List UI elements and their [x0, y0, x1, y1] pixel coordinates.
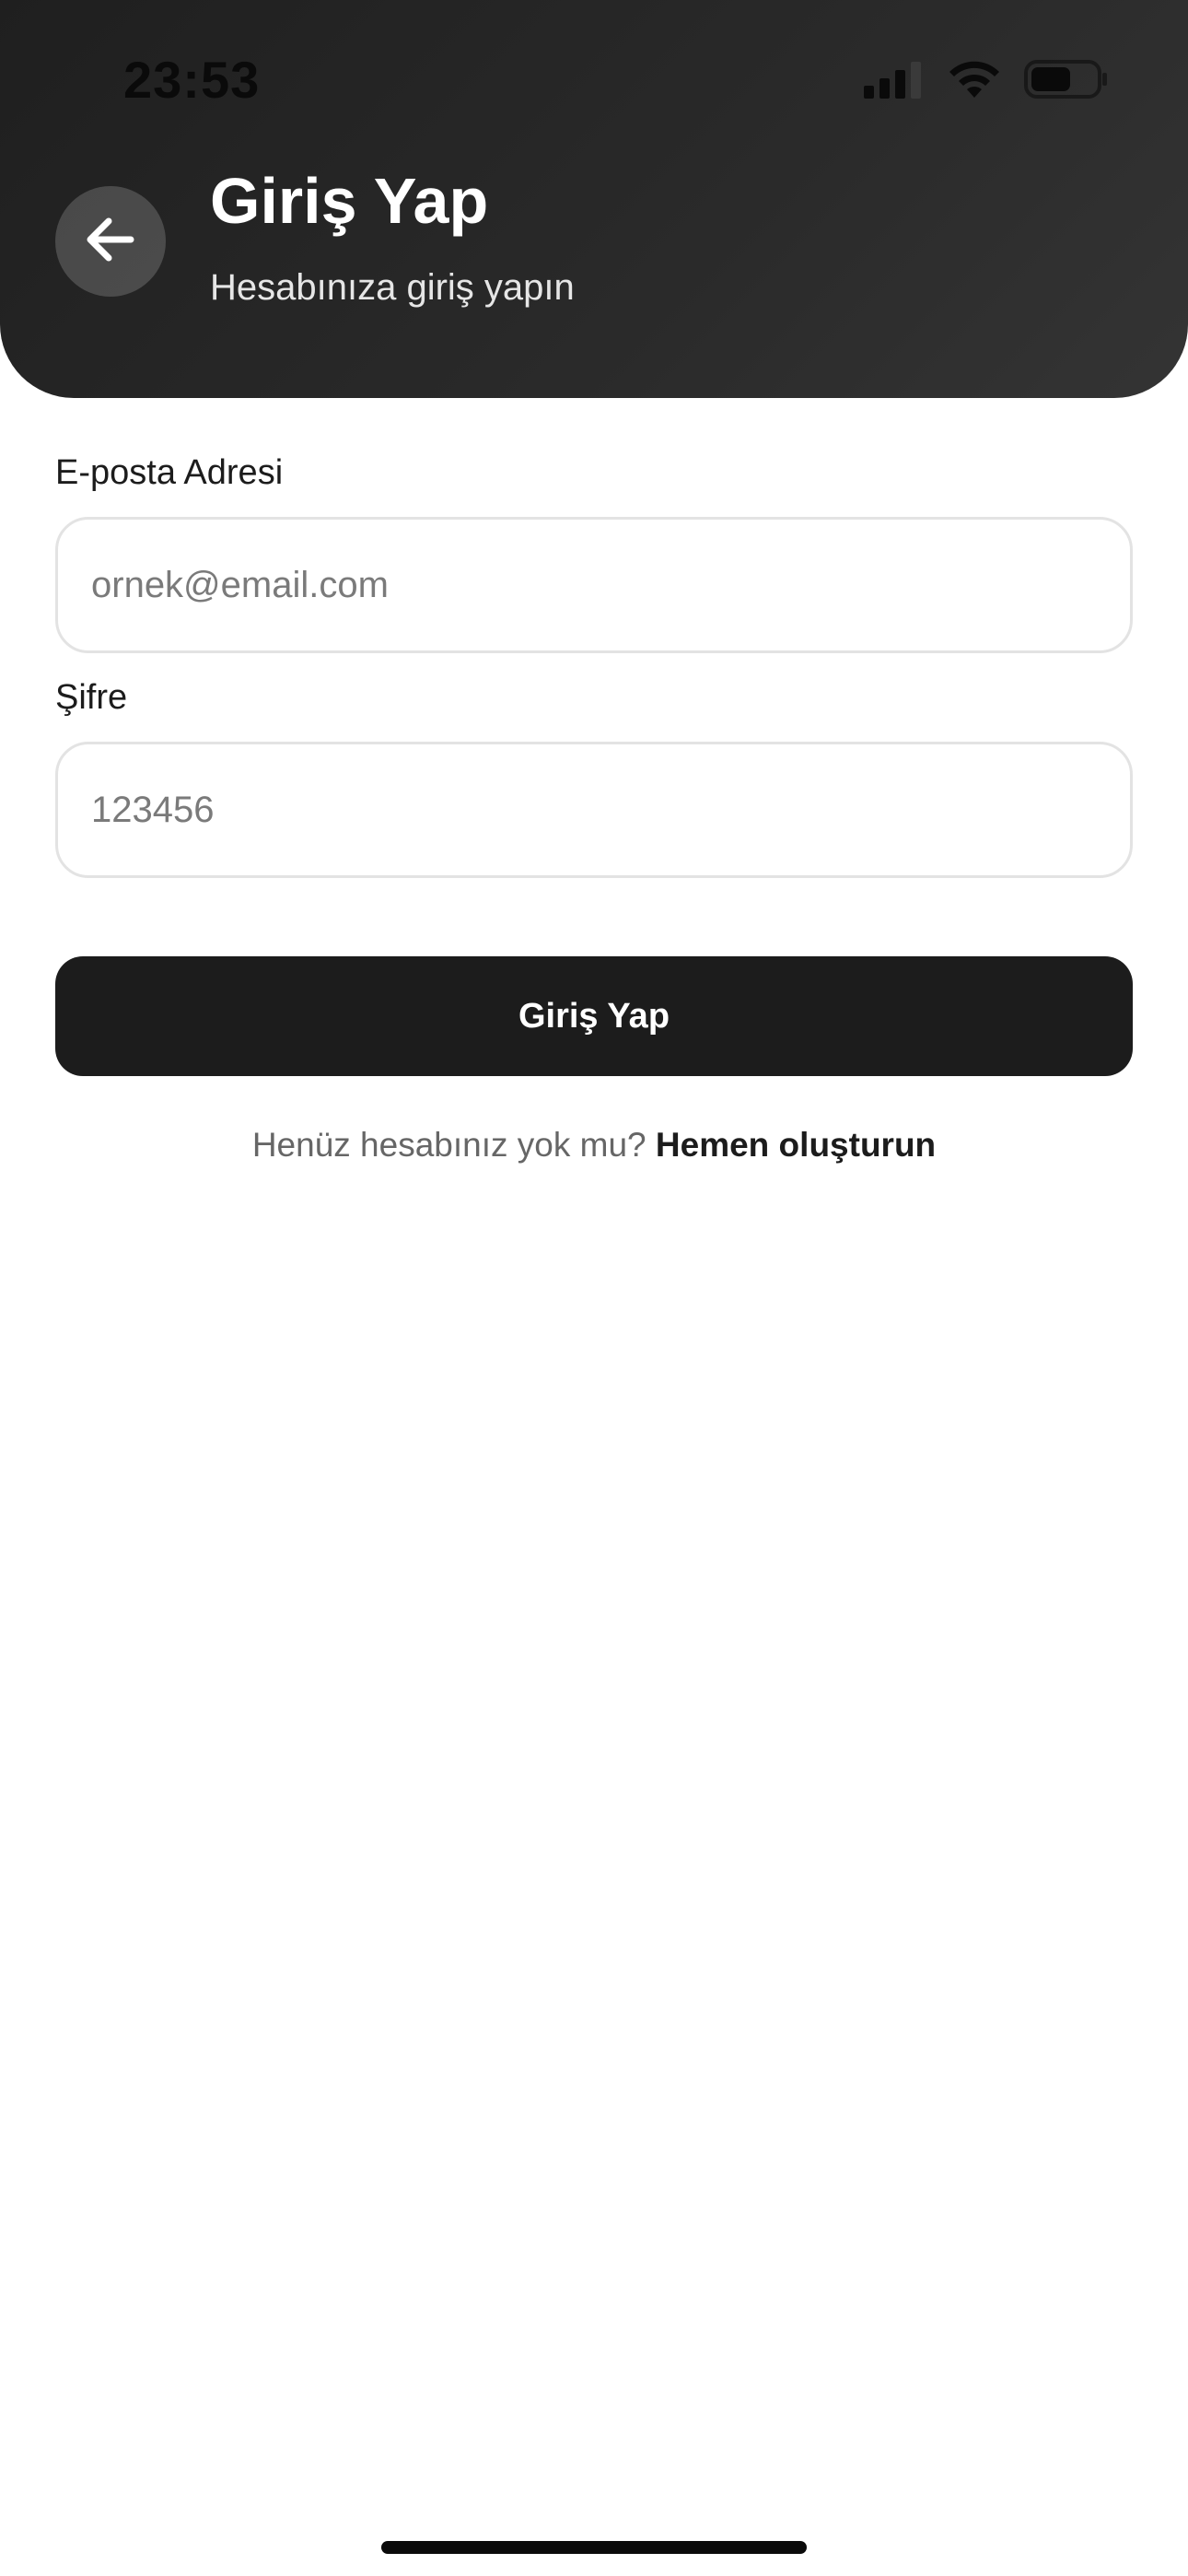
email-label: E-posta Adresi [55, 453, 284, 492]
battery-icon [1024, 59, 1109, 104]
back-button[interactable] [55, 186, 166, 297]
signup-row: Henüz hesabınız yok mu? Hemen oluşturun [0, 1126, 1188, 1165]
wifi-icon [947, 59, 1002, 104]
login-screen: 23:53 Giriş Yap Hesabınıza giriş yapın E… [0, 0, 1188, 2576]
header: 23:53 Giriş Yap Hesabınıza giriş yapın [0, 0, 1188, 398]
page-subtitle: Hesabınıza giriş yapın [210, 267, 575, 308]
home-indicator[interactable] [381, 2541, 807, 2554]
cellular-signal-icon [864, 60, 925, 103]
page-title: Giriş Yap [210, 165, 489, 237]
arrow-left-icon [83, 214, 138, 270]
password-label: Şifre [55, 678, 128, 717]
login-button[interactable]: Giriş Yap [55, 956, 1133, 1076]
status-time: 23:53 [123, 51, 261, 109]
signup-link[interactable]: Hemen oluşturun [656, 1126, 936, 1164]
status-icons [864, 59, 1109, 104]
signup-prompt: Henüz hesabınız yok mu? [251, 1126, 656, 1164]
email-field[interactable] [55, 517, 1133, 653]
password-field[interactable] [55, 742, 1133, 878]
